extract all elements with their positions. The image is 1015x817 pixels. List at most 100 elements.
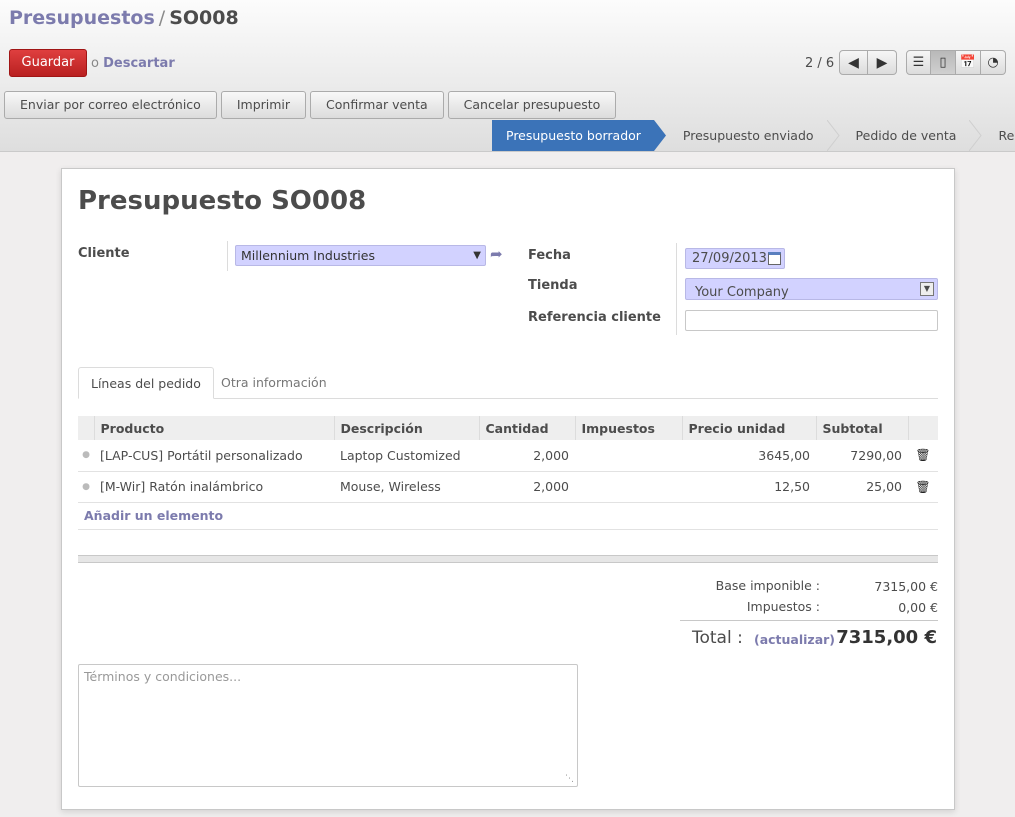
cell-taxes[interactable] <box>575 440 682 472</box>
list-view-button[interactable]: ☰ <box>906 50 931 75</box>
discard-group: o Descartar <box>91 56 175 71</box>
cell-description[interactable]: Laptop Customized <box>334 440 479 472</box>
terms-placeholder: Términos y condiciones... <box>84 669 242 684</box>
handle-column-header <box>78 416 94 440</box>
page-title: Presupuesto SO008 <box>78 186 367 216</box>
list-view-icon: ☰ <box>912 55 925 70</box>
client-reference-label: Referencia cliente <box>528 310 661 325</box>
tax-amount-value: 0,00 € <box>898 600 938 615</box>
date-value: 27/09/2013 <box>692 251 767 266</box>
stage-sent[interactable]: Presupuesto enviado <box>668 120 827 151</box>
form-sheet: Presupuesto SO008 Cliente Millennium Ind… <box>61 168 955 810</box>
external-link-icon[interactable]: ➦ <box>490 245 503 263</box>
column-header-product[interactable]: Producto <box>93 416 334 440</box>
column-header-taxes[interactable]: Impuestos <box>574 416 682 440</box>
calendar-icon[interactable] <box>768 252 781 265</box>
graph-view-icon: ◔ <box>987 55 999 70</box>
terms-textarea[interactable]: Términos y condiciones... ⋱ <box>78 664 578 787</box>
chevron-down-icon[interactable]: ▼ <box>920 282 934 296</box>
form-view-button[interactable]: ▯ <box>931 50 956 75</box>
chevron-down-icon[interactable]: ▼ <box>473 246 481 265</box>
cell-quantity[interactable]: 2,000 <box>479 471 575 503</box>
cell-description[interactable]: Mouse, Wireless <box>334 471 479 503</box>
base-amount-label: Base imponible : <box>715 578 820 593</box>
row-handle-icon[interactable]: ● <box>78 440 94 472</box>
table-header: Producto Descripción Cantidad Impuestos … <box>78 416 938 440</box>
total-label: Total : <box>692 628 743 648</box>
trash-icon[interactable]: 🗑 <box>908 471 938 503</box>
discard-link[interactable]: Descartar <box>103 56 175 71</box>
pager: ◀ ▶ <box>839 50 897 75</box>
arrow-right-icon: ▶ <box>876 54 888 71</box>
field-divider <box>676 243 677 335</box>
tax-amount-label: Impuestos : <box>746 599 820 614</box>
stage-sale-order[interactable]: Pedido de venta <box>841 120 970 151</box>
total-value: 7315,00 € <box>836 627 937 648</box>
stage-arrow <box>653 120 668 151</box>
date-field[interactable]: 27/09/2013 <box>685 248 785 269</box>
resize-grip-icon[interactable]: ⋱ <box>565 774 574 784</box>
stage-arrow <box>969 120 983 151</box>
table-row[interactable]: ● [M-Wir] Ratón inalámbrico Mouse, Wirel… <box>78 471 938 503</box>
pager-next-button[interactable]: ▶ <box>868 50 897 75</box>
add-line-row: Añadir un elemento <box>78 502 938 530</box>
form-view-icon: ▯ <box>939 55 947 70</box>
stage-arrow <box>826 120 841 151</box>
totals-divider <box>680 620 938 621</box>
cancel-quotation-button[interactable]: Cancelar presupuesto <box>447 91 617 119</box>
order-lines-table: Producto Descripción Cantidad Impuestos … <box>78 416 938 530</box>
table-row[interactable]: ● [LAP-CUS] Portátil personalizado Lapto… <box>78 440 938 472</box>
control-panel: Presupuestos / SO008 Guardar o Descartar 2… <box>0 0 1015 152</box>
or-label: o <box>91 56 99 71</box>
customer-field[interactable]: Millennium Industries ▼ <box>235 245 486 266</box>
column-header-description[interactable]: Descripción <box>333 416 479 440</box>
breadcrumb-parent-link[interactable]: Presupuestos <box>9 7 155 29</box>
cell-subtotal: 7290,00 <box>816 440 908 472</box>
graph-view-button[interactable]: ◔ <box>981 50 1006 75</box>
trash-icon[interactable]: 🗑 <box>908 440 938 472</box>
calendar-view-button[interactable]: 📅 <box>956 50 981 75</box>
cell-taxes[interactable] <box>575 471 682 503</box>
tab-order-lines[interactable]: Líneas del pedido <box>78 367 214 399</box>
customer-value: Millennium Industries <box>241 248 375 263</box>
action-buttons: Enviar por correo electrónico Imprimir C… <box>4 91 617 119</box>
field-divider <box>227 241 228 271</box>
send-email-button[interactable]: Enviar por correo electrónico <box>4 91 217 119</box>
shop-label: Tienda <box>528 278 578 293</box>
breadcrumb: Presupuestos / SO008 <box>9 7 239 29</box>
section-divider <box>78 555 938 563</box>
client-reference-input[interactable] <box>685 310 938 331</box>
shop-select[interactable]: Your Company ▼ <box>685 278 938 300</box>
shop-value: Your Company <box>695 285 789 300</box>
statusbar: Presupuesto borrador Presupuesto enviado… <box>492 120 1015 151</box>
add-line-link[interactable]: Añadir un elemento <box>84 508 223 523</box>
pager-previous-button[interactable]: ◀ <box>839 50 868 75</box>
cell-product[interactable]: [LAP-CUS] Portátil personalizado <box>94 440 334 472</box>
column-header-unit-price[interactable]: Precio unidad <box>681 416 816 440</box>
row-handle-icon[interactable]: ● <box>78 471 94 503</box>
cell-product[interactable]: [M-Wir] Ratón inalámbrico <box>94 471 334 503</box>
customer-label: Cliente <box>78 246 130 261</box>
cell-quantity[interactable]: 2,000 <box>479 440 575 472</box>
cell-subtotal: 25,00 <box>816 471 908 503</box>
column-header-quantity[interactable]: Cantidad <box>478 416 575 440</box>
breadcrumb-separator: / <box>158 7 166 29</box>
delete-column-header <box>907 416 938 440</box>
stage-done[interactable]: Realizado <box>983 120 1015 151</box>
breadcrumb-current: SO008 <box>169 7 239 29</box>
column-header-subtotal[interactable]: Subtotal <box>815 416 908 440</box>
confirm-sale-button[interactable]: Confirmar venta <box>310 91 444 119</box>
calendar-view-icon: 📅 <box>959 55 977 70</box>
cell-unit-price[interactable]: 12,50 <box>682 471 816 503</box>
pager-counter: 2 / 6 <box>805 56 835 71</box>
view-switcher: ☰ ▯ 📅 ◔ <box>906 50 1006 75</box>
notebook-tabs: Líneas del pedido Otra información <box>78 367 938 399</box>
print-button[interactable]: Imprimir <box>220 91 307 119</box>
cell-unit-price[interactable]: 3645,00 <box>682 440 816 472</box>
tab-other-info[interactable]: Otra información <box>209 367 339 399</box>
stage-draft[interactable]: Presupuesto borrador <box>492 120 654 151</box>
base-amount-value: 7315,00 € <box>874 579 938 594</box>
arrow-left-icon: ◀ <box>848 54 859 71</box>
save-button[interactable]: Guardar <box>9 49 87 77</box>
date-label: Fecha <box>528 248 571 263</box>
